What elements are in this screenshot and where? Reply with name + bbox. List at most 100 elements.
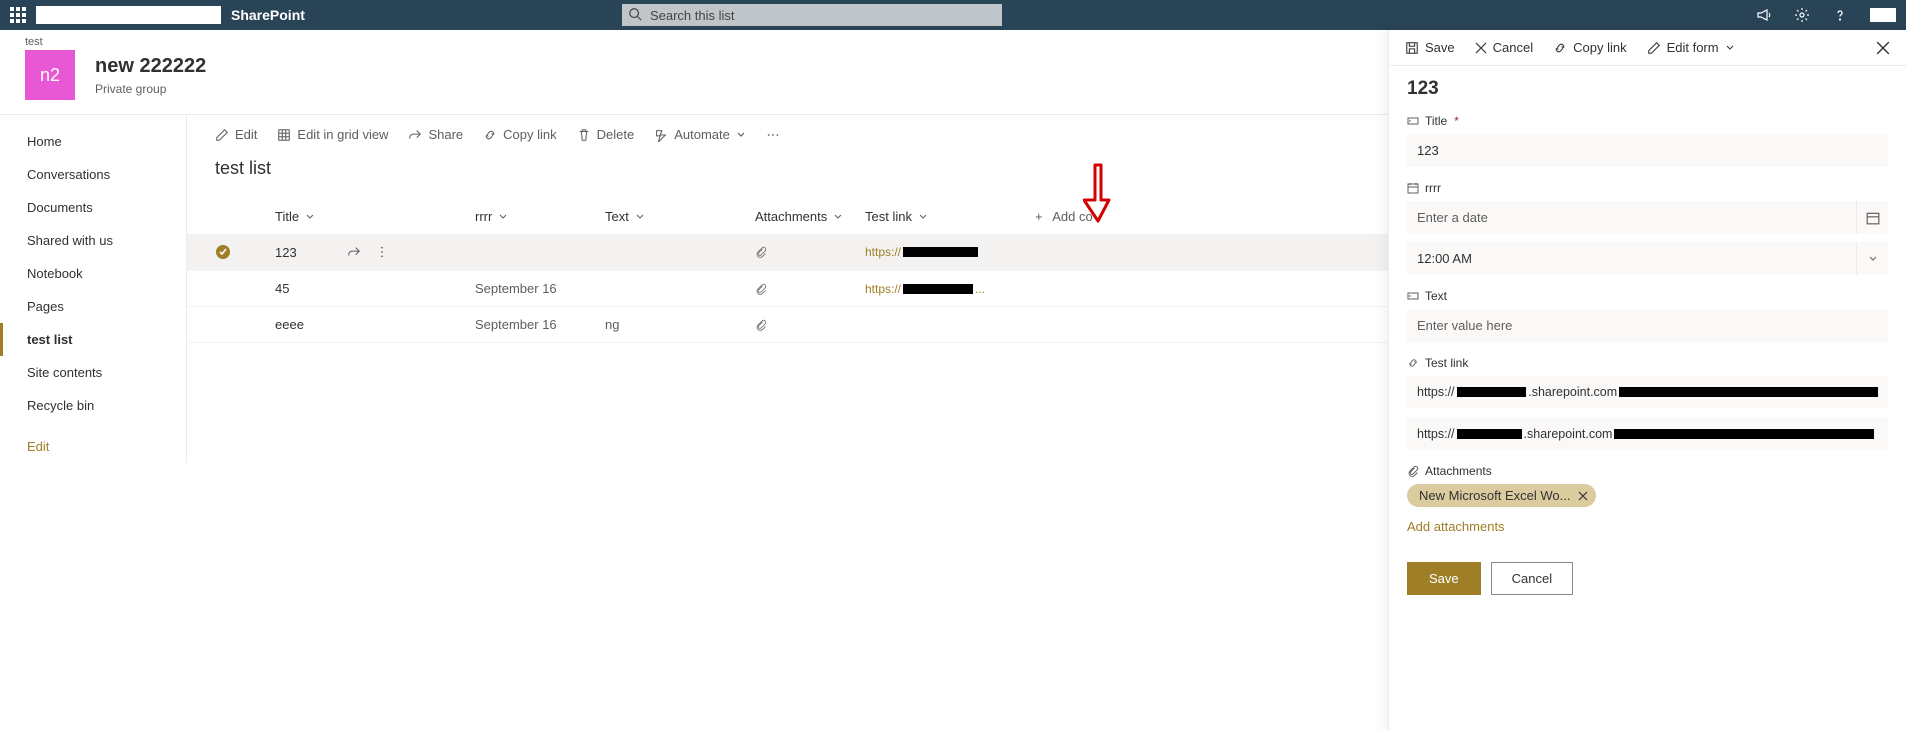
toolbar-share[interactable]: Share xyxy=(408,127,463,142)
sidebar-item-shared[interactable]: Shared with us xyxy=(0,224,186,257)
attachment-icon xyxy=(755,245,865,259)
site-name[interactable]: new 222222 xyxy=(95,55,206,78)
share-icon xyxy=(408,128,422,142)
calendar-icon xyxy=(1866,211,1880,225)
waffle-icon[interactable] xyxy=(10,7,26,23)
header-actions xyxy=(1756,7,1896,23)
close-icon xyxy=(1475,42,1487,54)
save-icon xyxy=(1405,41,1419,55)
panel-command-bar: Save Cancel Copy link Edit form xyxy=(1389,30,1906,66)
more-icon[interactable] xyxy=(375,245,389,259)
date-input[interactable] xyxy=(1407,201,1856,234)
cell-rrrr: September 16 xyxy=(475,281,605,296)
panel-editform[interactable]: Edit form xyxy=(1647,40,1735,55)
app-title: SharePoint xyxy=(231,7,305,23)
cell-title: 45 xyxy=(275,281,475,296)
save-button[interactable]: Save xyxy=(1407,562,1481,595)
paperclip-icon xyxy=(1407,465,1419,477)
pencil-icon xyxy=(215,128,229,142)
toolbar-delete[interactable]: Delete xyxy=(577,127,635,142)
sidebar-item-conversations[interactable]: Conversations xyxy=(0,158,186,191)
col-title[interactable]: Title xyxy=(275,209,475,224)
trash-icon xyxy=(577,128,591,142)
calendar-button[interactable] xyxy=(1856,201,1888,234)
link-icon xyxy=(1407,357,1419,369)
search-icon xyxy=(628,7,642,21)
megaphone-icon[interactable] xyxy=(1756,7,1772,23)
sidebar-item-testlist[interactable]: test list xyxy=(0,323,186,356)
left-nav: Home Conversations Documents Shared with… xyxy=(0,115,187,463)
share-icon[interactable] xyxy=(347,245,361,259)
field-label-rrrr: rrrr xyxy=(1407,181,1888,195)
link-url-input[interactable]: https://.sharepoint.com xyxy=(1407,376,1888,408)
grid-icon xyxy=(277,128,291,142)
search-box[interactable] xyxy=(622,4,1002,26)
toolbar-more[interactable] xyxy=(766,128,780,142)
text-field-icon xyxy=(1407,115,1419,127)
cell-title: eeee xyxy=(275,317,475,332)
chevron-down-icon xyxy=(1725,43,1735,53)
sidebar-item-recycle[interactable]: Recycle bin xyxy=(0,389,186,422)
panel-heading: 123 xyxy=(1407,78,1888,100)
col-add[interactable]: + Add co xyxy=(1035,209,1185,224)
toolbar-grid[interactable]: Edit in grid view xyxy=(277,127,388,142)
chevron-down-icon xyxy=(305,212,315,222)
field-label-text: Text xyxy=(1407,289,1888,303)
site-tile[interactable]: n2 xyxy=(25,50,75,100)
gear-icon[interactable] xyxy=(1794,7,1810,23)
link-display-input[interactable]: https://.sharepoint.com xyxy=(1407,418,1888,450)
cell-testlink[interactable]: https://... xyxy=(865,282,1035,296)
chevron-down-icon xyxy=(833,212,843,222)
cell-title: 123 xyxy=(275,245,297,260)
add-attachments-link[interactable]: Add attachments xyxy=(1407,519,1505,534)
user-avatar-redacted[interactable] xyxy=(1870,8,1896,22)
col-text[interactable]: Text xyxy=(605,209,755,224)
cell-testlink[interactable]: https:// xyxy=(865,245,1035,259)
chevron-down-icon xyxy=(736,130,746,140)
panel-cancel[interactable]: Cancel xyxy=(1475,40,1533,55)
sidebar-item-pages[interactable]: Pages xyxy=(0,290,186,323)
text-field-icon xyxy=(1407,290,1419,302)
panel-close[interactable] xyxy=(1876,41,1890,55)
cell-rrrr: September 16 xyxy=(475,317,605,332)
suite-header: SharePoint xyxy=(0,0,1906,30)
close-icon xyxy=(1876,41,1890,55)
row-checkmark-icon[interactable] xyxy=(215,244,231,260)
field-label-testlink: Test link xyxy=(1407,356,1888,370)
chevron-down-icon xyxy=(635,212,645,222)
cancel-button[interactable]: Cancel xyxy=(1491,562,1573,595)
more-icon xyxy=(766,128,780,142)
remove-attachment[interactable] xyxy=(1578,491,1588,501)
cell-text: ng xyxy=(605,317,755,332)
search-input[interactable] xyxy=(622,4,1002,26)
panel-save[interactable]: Save xyxy=(1405,40,1455,55)
sidebar-item-home[interactable]: Home xyxy=(0,125,186,158)
toolbar-edit[interactable]: Edit xyxy=(215,127,257,142)
pencil-icon xyxy=(1647,41,1661,55)
toolbar-copylink[interactable]: Copy link xyxy=(483,127,556,142)
sidebar-edit-link[interactable]: Edit xyxy=(0,430,186,463)
col-rrrr[interactable]: rrrr xyxy=(475,209,605,224)
attachment-icon xyxy=(755,318,865,332)
col-testlink[interactable]: Test link xyxy=(865,209,1035,224)
chevron-down-icon xyxy=(1868,254,1878,264)
calendar-icon xyxy=(1407,182,1419,194)
text-input[interactable] xyxy=(1407,309,1888,342)
toolbar-automate[interactable]: Automate xyxy=(654,127,746,142)
attachment-pill[interactable]: New Microsoft Excel Wo... xyxy=(1407,484,1596,507)
site-subtitle: Private group xyxy=(95,82,206,96)
sidebar-item-sitecontents[interactable]: Site contents xyxy=(0,356,186,389)
link-icon xyxy=(483,128,497,142)
title-input[interactable] xyxy=(1407,134,1888,167)
chevron-down-icon xyxy=(498,212,508,222)
sidebar-item-documents[interactable]: Documents xyxy=(0,191,186,224)
time-dropdown[interactable] xyxy=(1856,242,1888,275)
close-icon xyxy=(1578,491,1588,501)
sidebar-item-notebook[interactable]: Notebook xyxy=(0,257,186,290)
tenant-logo-redacted xyxy=(36,6,221,24)
col-attach[interactable]: Attachments xyxy=(755,209,865,224)
flow-icon xyxy=(654,128,668,142)
panel-copylink[interactable]: Copy link xyxy=(1553,40,1626,55)
time-input[interactable] xyxy=(1407,242,1856,275)
help-icon[interactable] xyxy=(1832,7,1848,23)
